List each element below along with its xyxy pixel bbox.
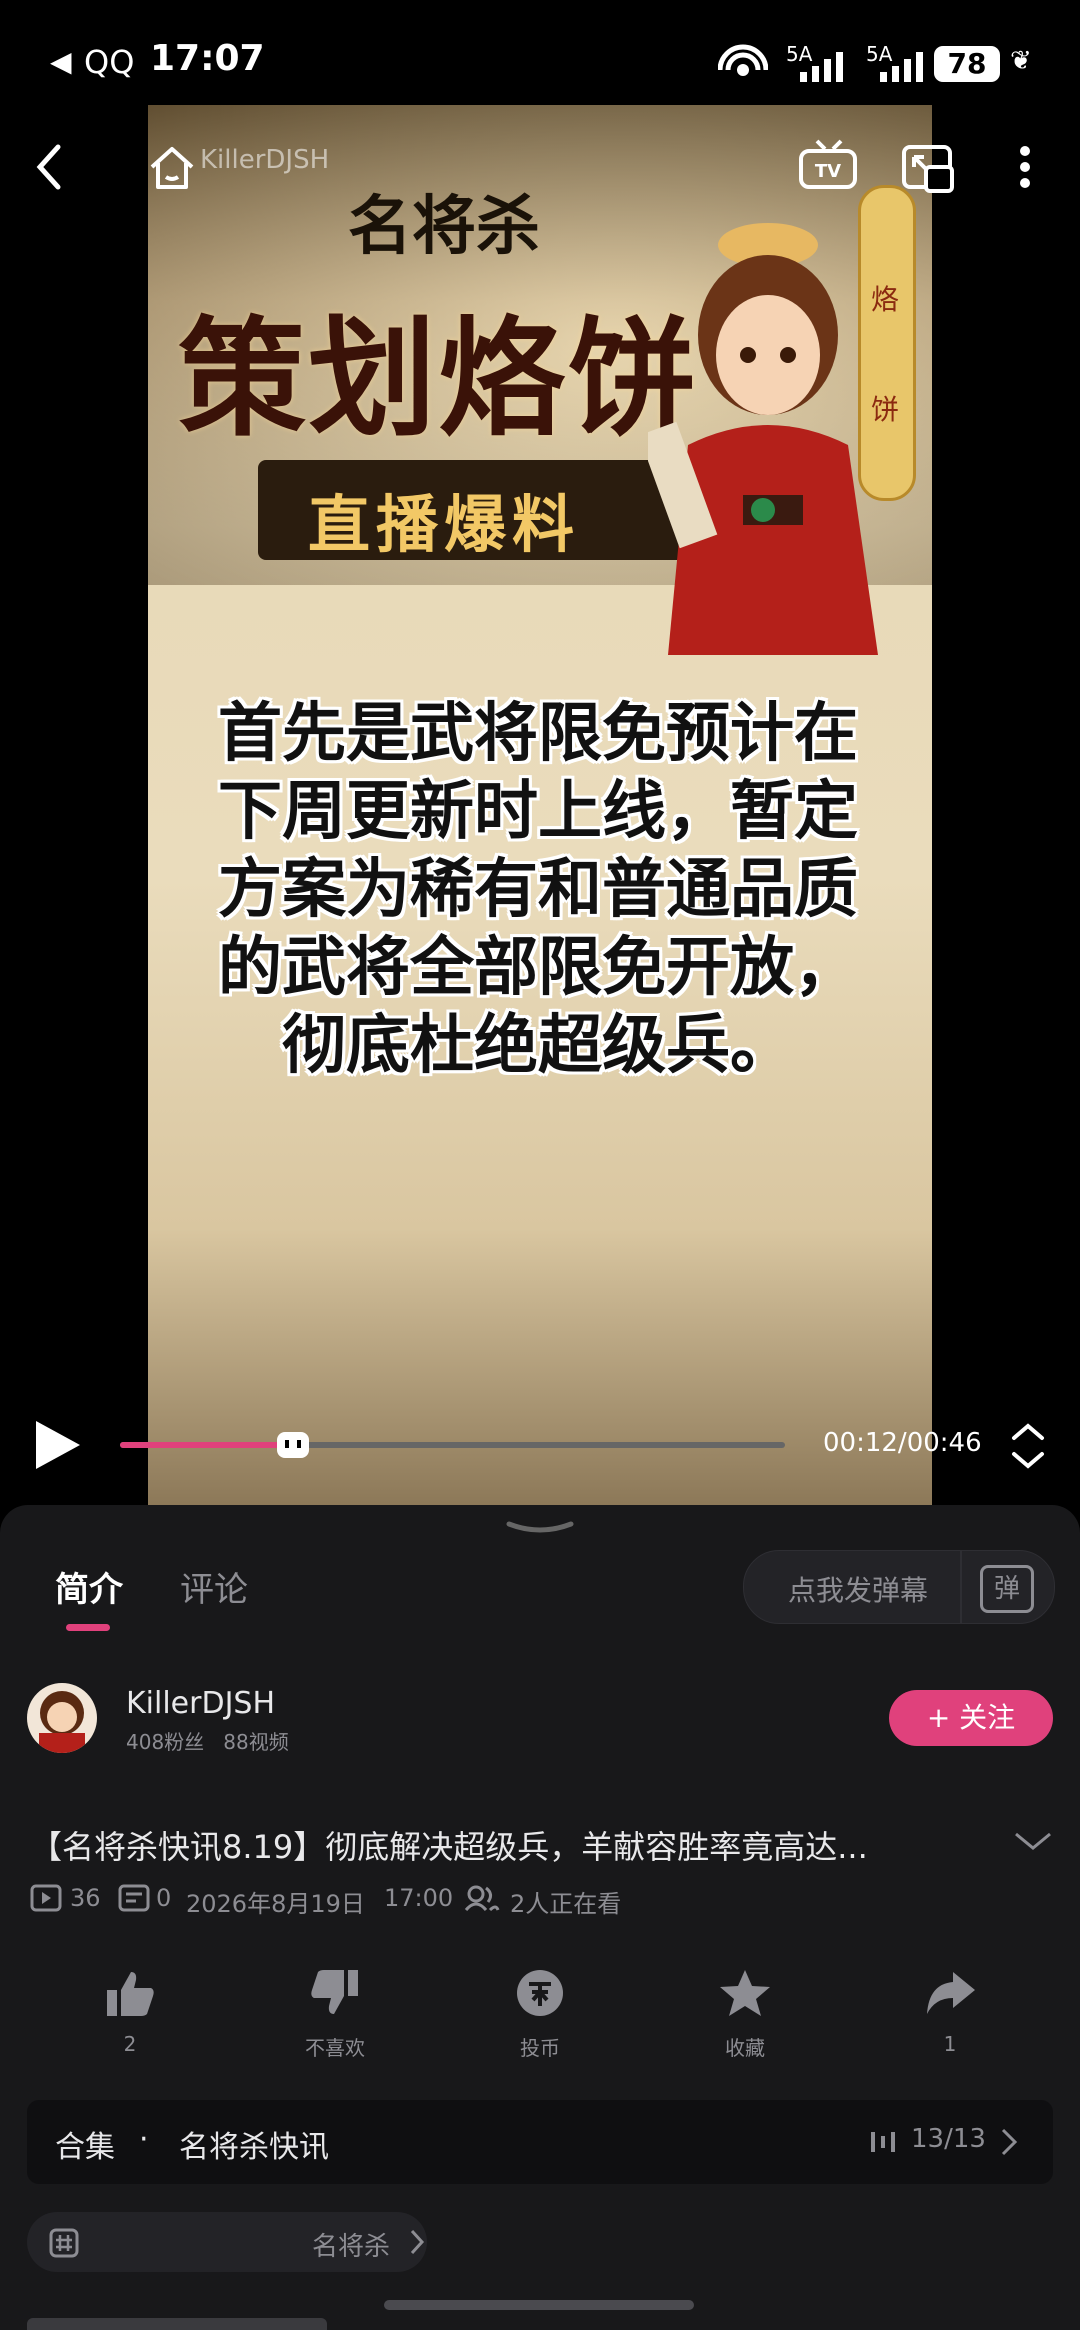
- uploader-name[interactable]: KillerDJSH: [126, 1686, 275, 1721]
- back-icon[interactable]: [20, 137, 80, 197]
- chevron-right-icon: [1001, 2128, 1018, 2156]
- play-icon[interactable]: [30, 1415, 84, 1475]
- dislike-icon: [311, 1970, 358, 2014]
- watermark: KillerDJSH: [200, 145, 330, 175]
- like-count: 2: [123, 2032, 137, 2056]
- collection-label: 合集: [55, 2130, 115, 2165]
- share-button[interactable]: 1: [890, 1968, 1010, 2056]
- views-icon: [30, 1884, 62, 1912]
- back-app-label[interactable]: QQ: [84, 43, 134, 81]
- avatar-image: [39, 1691, 85, 1753]
- uploader-stats: 408粉丝 88视频: [126, 1730, 289, 1754]
- status-bar: ◀ QQ 17:07 5A 5A 78 ❦: [0, 0, 1080, 110]
- player-controls: 00:12/00:46: [0, 1400, 1080, 1490]
- star-icon: [720, 1970, 770, 2016]
- danmaku-count: 0: [156, 1884, 172, 1912]
- coin-icon: [517, 1970, 563, 2016]
- signal-icon-2: [880, 52, 923, 82]
- expand-chevron-icon[interactable]: [1012, 1828, 1054, 1854]
- like-icon: [107, 1972, 154, 2016]
- tab-comments[interactable]: 评论: [180, 1562, 248, 1611]
- divider: [960, 1551, 962, 1623]
- next-item-thumbnail[interactable]: [27, 2318, 327, 2330]
- picture-in-picture-icon[interactable]: [900, 137, 956, 197]
- coin-label: 投币: [520, 2036, 560, 2060]
- video-title[interactable]: 【名将杀快讯8.19】彻底解决超级兵，羊献容胜率竟高达...: [30, 1822, 868, 1868]
- back-to-app-icon[interactable]: ◀: [50, 45, 72, 78]
- episodes-icon: [871, 2132, 895, 2152]
- clock: 17:07: [150, 38, 265, 79]
- tab-intro[interactable]: 简介: [55, 1562, 123, 1611]
- view-count: 36: [70, 1884, 101, 1912]
- battery-indicator: 78: [934, 46, 1000, 82]
- avatar[interactable]: [27, 1683, 97, 1753]
- like-button[interactable]: 2: [70, 1968, 190, 2056]
- share-count: 1: [943, 2032, 957, 2056]
- share-icon: [927, 1972, 975, 2014]
- sheet-handle-icon[interactable]: [505, 1518, 575, 1538]
- tag-text: 名将杀: [312, 2232, 391, 2262]
- side-tag-char-1: 烙: [871, 283, 900, 316]
- power-saver-icon: ❦: [1010, 46, 1032, 76]
- game-logo: 名将杀: [348, 189, 540, 264]
- follow-button[interactable]: + 关注: [889, 1690, 1053, 1746]
- danmaku-placeholder: 点我发弹幕: [788, 1574, 929, 1607]
- signal-icon-1: [800, 52, 843, 82]
- more-menu-icon[interactable]: [1005, 137, 1045, 197]
- collection-dot: ·: [139, 2122, 149, 2157]
- poster-headline: 策划烙饼: [178, 304, 699, 454]
- progress-thumb[interactable]: [275, 1426, 311, 1462]
- hashtag-icon: [49, 2228, 79, 2258]
- tag-chevron-icon: [410, 2229, 425, 2255]
- progress-track[interactable]: [120, 1442, 785, 1448]
- danmaku-input[interactable]: 点我发弹幕 弹: [743, 1550, 1055, 1624]
- poster-body-text: 首先是武将限免预计在下周更新时上线，暂定方案为稀有和普通品质的武将全部限免开放，…: [218, 697, 858, 1083]
- home-icon[interactable]: [142, 137, 202, 197]
- side-tag-char-2: 饼: [871, 393, 900, 426]
- collection-name: 名将杀快讯: [179, 2130, 329, 2165]
- danmaku-count-icon: [118, 1884, 150, 1912]
- topic-tag-chip[interactable]: 名将杀: [27, 2212, 427, 2272]
- fullscreen-icon[interactable]: [1008, 1420, 1048, 1472]
- active-tab-indicator: [66, 1624, 110, 1631]
- watching-count: 2人正在看: [510, 1890, 622, 1918]
- dislike-label: 不喜欢: [305, 2036, 365, 2060]
- home-indicator: [384, 2300, 694, 2310]
- video-frame: KillerDJSH 名将杀 策划烙饼 直播爆料 烙 饼 首先是武将限免预计在下…: [148, 105, 932, 1510]
- poster-subheadline: 直播爆料: [308, 488, 581, 561]
- video-player[interactable]: KillerDJSH 名将杀 策划烙饼 直播爆料 烙 饼 首先是武将限免预计在下…: [0, 105, 1080, 1510]
- collection-count: 13/13: [911, 2124, 986, 2154]
- favorite-label: 收藏: [725, 2036, 765, 2060]
- favorite-button[interactable]: 收藏: [685, 1968, 805, 2061]
- progress-fill: [120, 1442, 293, 1448]
- side-tag: 烙 饼: [858, 185, 916, 501]
- watching-icon: [464, 1885, 500, 1912]
- tv-cast-icon[interactable]: TV: [795, 137, 865, 197]
- svg-text:TV: TV: [815, 161, 841, 182]
- publish-time: 17:00: [384, 1884, 454, 1912]
- hotspot-icon: [718, 44, 768, 76]
- danmaku-toggle-icon[interactable]: 弹: [980, 1565, 1034, 1613]
- collection-bar[interactable]: 合集 · 名将杀快讯 13/13: [27, 2100, 1053, 2184]
- publish-date: 2026年8月19日: [186, 1890, 365, 1918]
- coin-button[interactable]: 投币: [480, 1968, 600, 2061]
- time-display: 00:12/00:46: [823, 1428, 982, 1458]
- dislike-button[interactable]: 不喜欢: [275, 1968, 395, 2061]
